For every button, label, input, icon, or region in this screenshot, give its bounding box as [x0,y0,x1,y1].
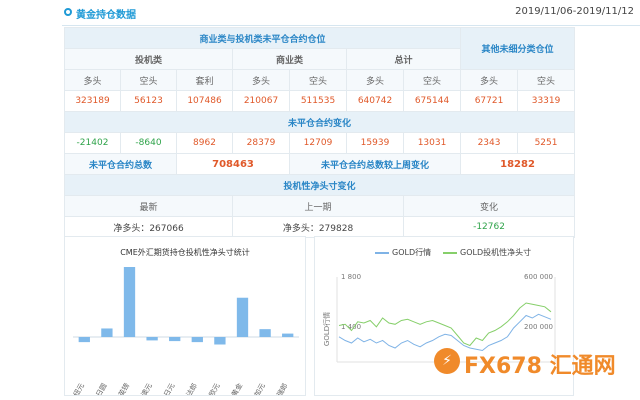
section-title-positions: 商业类与投机类未平仓合约仓位 [63,27,462,49]
bar [123,267,136,337]
right-tick: 600 000 [524,273,553,281]
bar [259,329,271,337]
lightning-icon: ⚡ [434,348,460,374]
header-divider [62,25,640,26]
bar [146,337,158,341]
latest-value: 净多头：267066 [64,216,233,238]
col-header: 多头 [232,69,290,91]
bar [169,337,181,342]
circle-icon [64,8,72,16]
table-cell: 323189 [64,90,121,112]
table-cell: -21402 [64,132,121,154]
table-cell: 5251 [517,132,576,154]
x-tick-label: 纽元 [71,382,86,396]
latest-label: 最新 [64,195,233,217]
table-cell: 8962 [176,132,233,154]
col-header: 多头 [64,69,121,91]
left-tick: 1 800 [341,273,361,281]
x-tick-label: 黄金 [229,382,244,396]
table-cell: 13031 [402,132,462,154]
section-title-changes: 未平仓合约变化 [63,111,576,133]
col-header: 多头 [346,69,404,91]
x-tick-label: 瑞郎 [275,382,290,396]
bar-chart: 纽元日圆英镑澳元日元瑞士法郎欧元黄金加元瑞郎 [71,267,299,396]
prev-value: 净多头：279828 [232,216,404,238]
table-cell: 28379 [232,132,290,154]
total-label: 未平仓合约总数 [64,153,177,175]
table-cell: 56123 [120,90,177,112]
col-header: 套利 [176,69,233,91]
x-tick-label: 加元 [252,382,267,396]
table-cell: 210067 [232,90,290,112]
week-change-label: 未平仓合约总数较上周变化 [288,153,462,175]
positions-table: 商业类与投机类未平仓合约仓位 其他未细分类仓位 投机类 商业类 总计 多头 空头… [63,27,576,238]
total-value: 708463 [176,153,290,175]
col-header: 空头 [402,69,462,91]
table-cell: 67721 [460,90,519,112]
group-speculative: 投机类 [64,48,233,70]
right-tick: 200 000 [524,323,553,331]
table-cell: 15939 [346,132,404,154]
bar [214,337,226,345]
table-cell: 12709 [289,132,347,154]
col-header: 空头 [517,69,576,91]
section-title-net: 投机性净头寸变化 [63,174,576,196]
change-value: -12762 [402,216,576,238]
x-tick-label: 日元 [163,382,177,395]
bar [78,337,90,343]
change-label: 变化 [402,195,576,217]
table-cell: -8640 [120,132,177,154]
x-tick-label: 澳元 [139,382,154,396]
bar-chart-panel: CME外汇期货持仓投机性净头寸统计 纽元日圆英镑澳元日元瑞士法郎欧元黄金加元瑞郎 [64,236,306,396]
group-commercial: 商业类 [232,48,347,70]
col-header: 多头 [460,69,519,91]
fx678-watermark: ⚡ FX678 汇通网 [434,345,634,385]
prev-label: 上一期 [232,195,404,217]
table-cell: 511535 [289,90,347,112]
table-cell: 33319 [517,90,576,112]
table-cell: 107486 [176,90,233,112]
page-title: 黄金持仓数据 [76,10,136,21]
x-tick-label: 欧元 [207,382,222,396]
col-header: 空头 [289,69,347,91]
page-header: 黄金持仓数据 2019/11/06-2019/11/12 [0,0,640,28]
col-header: 空头 [120,69,177,91]
week-change-value: 18282 [460,153,576,175]
y-axis-label: GOLD行情 [322,312,331,346]
table-cell: 675144 [402,90,462,112]
date-range: 2019/11/06-2019/11/12 [515,6,634,17]
bar [191,337,203,343]
watermark-text: FX678 汇通网 [464,354,616,379]
x-tick-label: 瑞士法郎 [177,382,199,396]
bar [236,297,249,337]
bar [101,328,113,337]
section-title-other: 其他未细分类仓位 [460,27,576,70]
x-tick-label: 英镑 [116,382,131,396]
group-total: 总计 [345,48,462,70]
bar [282,333,294,337]
x-tick-label: 日圆 [95,382,109,395]
table-cell: 2343 [460,132,519,154]
table-cell: 640742 [346,90,404,112]
